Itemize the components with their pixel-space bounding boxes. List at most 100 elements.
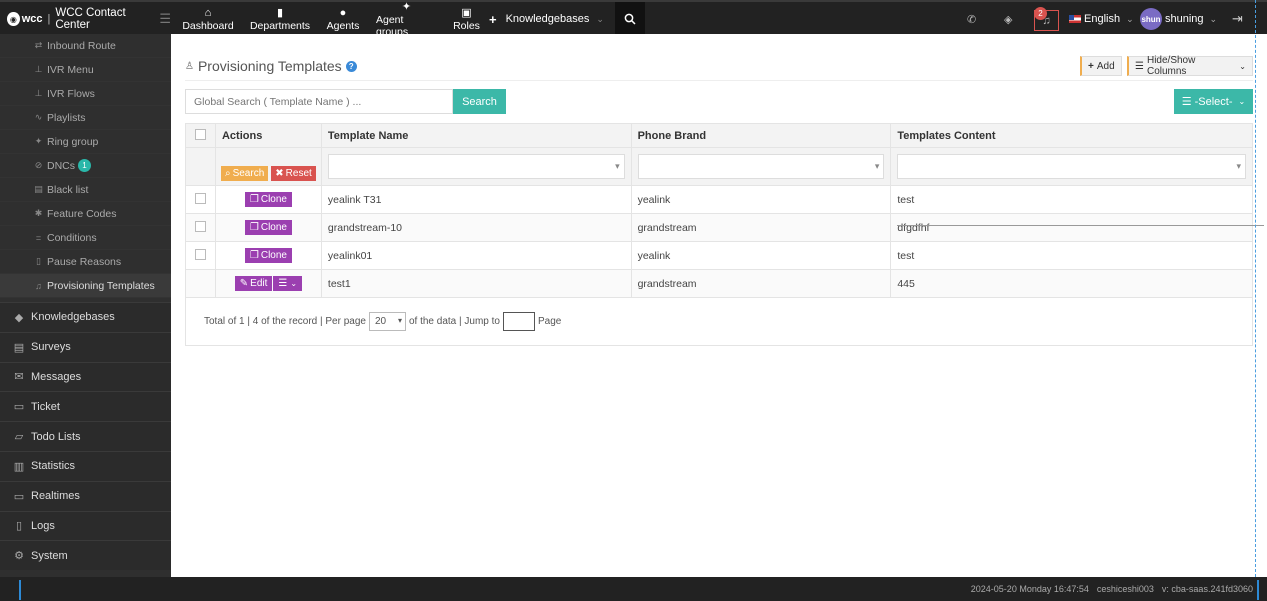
shuffle-icon: ⇄	[34, 40, 43, 50]
page-title: ♙ Provisioning Templates ?	[185, 58, 357, 74]
sidebar-item-ivr-flows[interactable]: ⊥ IVR Flows	[0, 82, 171, 106]
page-header: ♙ Provisioning Templates ? + Add ☰ Hide/…	[185, 48, 1253, 81]
nav-knowledgebases-dropdown[interactable]: + Knowledgebases ⌄	[489, 2, 604, 36]
nav-dashboard[interactable]: ⌂ Dashboard	[182, 2, 233, 36]
clone-button[interactable]: ❐ Clone	[244, 220, 292, 235]
add-button[interactable]: + Add	[1080, 56, 1122, 76]
select-all-checkbox[interactable]	[194, 128, 206, 140]
guide-line	[1255, 0, 1256, 577]
row-checkbox[interactable]	[194, 192, 206, 204]
sidebar-item-feature-codes[interactable]: ✱ Feature Codes	[0, 202, 171, 226]
sidebar-item-dncs[interactable]: ⊘ DNCs 1	[0, 154, 171, 178]
sidebar-item-label: IVR Menu	[47, 63, 94, 76]
sidebar-item-ivr-menu[interactable]: ⊥ IVR Menu	[0, 58, 171, 82]
jump-to-page-input[interactable]	[502, 312, 535, 331]
nav-agent-groups[interactable]: ✦ Agent groups	[376, 1, 437, 38]
phone-button[interactable]: ✆	[967, 2, 976, 36]
sidebar-item-conditions[interactable]: = Conditions	[0, 226, 171, 250]
nav-agents[interactable]: ● Agents	[327, 2, 360, 36]
language-dropdown[interactable]: English ⌄	[1069, 2, 1134, 36]
sidebar-item-knowledgebases[interactable]: ◆ Knowledgebases	[0, 302, 171, 332]
nav-roles[interactable]: ▣ Roles	[453, 2, 480, 36]
logout-button[interactable]: ⇥	[1232, 2, 1243, 36]
row-checkbox[interactable]	[194, 220, 206, 232]
nav-roles-label: Roles	[453, 19, 480, 32]
sidebar-item-label: Todo Lists	[31, 430, 81, 443]
survey-icon: ▤	[13, 341, 25, 354]
template-name-filter[interactable]	[327, 154, 625, 179]
sidebar-item-provisioning-templates[interactable]: ♫ Provisioning Templates	[0, 274, 171, 298]
add-button-label: Add	[1096, 60, 1115, 72]
home-icon: ⌂	[204, 6, 212, 19]
row-checkbox[interactable]	[194, 248, 206, 260]
sidebar-item-label: Provisioning Templates	[47, 279, 155, 292]
clone-button[interactable]: ❐ Clone	[244, 192, 292, 207]
notifications-button[interactable]: 2 ♫	[1034, 7, 1059, 31]
sidebar-item-todo-lists[interactable]: ▱ Todo Lists	[0, 421, 171, 451]
sidebar-item-label: Feature Codes	[47, 207, 117, 220]
graduation-cap-icon: ◆	[14, 311, 24, 324]
sidebar-item-black-list[interactable]: ▤ Black list	[0, 178, 171, 202]
folder-icon: ▭	[13, 401, 25, 414]
nav-knowledgebases-label: Knowledgebases	[505, 13, 590, 25]
templates-content-cell: test	[890, 185, 1253, 214]
templates-table: Actions Template Name Phone Brand Templa…	[185, 123, 1253, 298]
sidebar-item-label: Logs	[31, 519, 55, 532]
sidebar-item-ring-group[interactable]: ✦ Ring group	[0, 130, 171, 154]
column-header: Template Name	[320, 123, 632, 148]
row-actions-cell: ❐ Clone	[214, 241, 322, 270]
filter-reset-label: Reset	[285, 168, 312, 179]
clone-label: Clone	[260, 194, 287, 205]
phone-icon: ✆	[967, 13, 977, 26]
copy-icon: ❐	[249, 250, 259, 261]
sidebar-item-pause-reasons[interactable]: ▯ Pause Reasons	[0, 250, 171, 274]
templates-content-filter[interactable]	[897, 154, 1246, 179]
layers-button[interactable]: ◈	[1004, 2, 1012, 36]
column-header: Actions	[214, 123, 322, 148]
sidebar-item-logs[interactable]: ▯ Logs	[0, 510, 171, 541]
sidebar-item-statistics[interactable]: ▥ Statistics	[0, 450, 171, 481]
help-icon[interactable]: ?	[345, 60, 357, 72]
overlay-line	[897, 225, 1264, 226]
search-icon	[624, 13, 636, 25]
more-actions-button[interactable]: ☰ ⌄	[273, 276, 303, 291]
person-icon: ●	[339, 6, 347, 19]
table-row: ❐ Clone grandstream-10 grandstream dfgdfh…	[185, 213, 1253, 242]
column-header: Phone Brand	[630, 123, 892, 148]
edit-button[interactable]: ✎ Edit	[234, 276, 273, 291]
phone-brand-cell: yealink	[630, 241, 892, 270]
phone-brand-filter[interactable]	[637, 154, 885, 179]
sidebar-item-surveys[interactable]: ▤ Surveys	[0, 331, 171, 362]
select-dropdown[interactable]: ☰ -Select- ⌄	[1174, 89, 1253, 114]
clone-label: Clone	[260, 250, 287, 261]
sidebar-item-playlists[interactable]: ∿ Playlists	[0, 106, 171, 130]
list-icon: ☰	[1135, 60, 1144, 72]
edit-label: Edit	[250, 278, 268, 289]
row-select-cell	[185, 269, 216, 298]
brand-separator: |	[47, 13, 51, 25]
clone-button[interactable]: ❐ Clone	[244, 248, 292, 263]
status-datetime: 2024-05-20 Monday 16:47:54	[970, 584, 1089, 594]
user-outline-icon: ♙	[185, 60, 194, 72]
filter-reset-button[interactable]: ✖ Reset	[271, 166, 316, 181]
filter-search-button[interactable]: ⌕ Search	[220, 166, 269, 181]
row-select-cell	[185, 213, 216, 242]
sidebar-item-messages[interactable]: ✉ Messages	[0, 361, 171, 392]
sidebar-item-inbound-route[interactable]: ⇄ Inbound Route	[0, 34, 171, 58]
ban-icon: ⊘	[34, 160, 43, 170]
top-search-button[interactable]	[615, 2, 645, 36]
global-search-input[interactable]	[185, 89, 453, 114]
sidebar-item-ticket[interactable]: ▭ Ticket	[0, 391, 171, 422]
brand[interactable]: ◉ wcc | WCC Contact Center ☰	[0, 2, 171, 36]
per-page-select[interactable]: 20	[368, 312, 406, 331]
menu-toggle-icon[interactable]: ☰	[159, 11, 171, 27]
search-button[interactable]: Search	[453, 89, 506, 114]
search-icon: ⌕	[224, 168, 231, 179]
hide-show-columns-button[interactable]: ☰ Hide/Show Columns ⌄	[1127, 55, 1253, 77]
sidebar-item-realtimes[interactable]: ▭ Realtimes	[0, 480, 171, 511]
nav-departments[interactable]: ▮ Departments	[250, 2, 310, 36]
monitor-icon: ▭	[13, 490, 25, 503]
user-menu[interactable]: shun shuning ⌄	[1140, 2, 1217, 36]
sidebar-item-system[interactable]: ⚙ System	[0, 540, 171, 571]
phone-brand-cell: grandstream	[630, 269, 892, 298]
